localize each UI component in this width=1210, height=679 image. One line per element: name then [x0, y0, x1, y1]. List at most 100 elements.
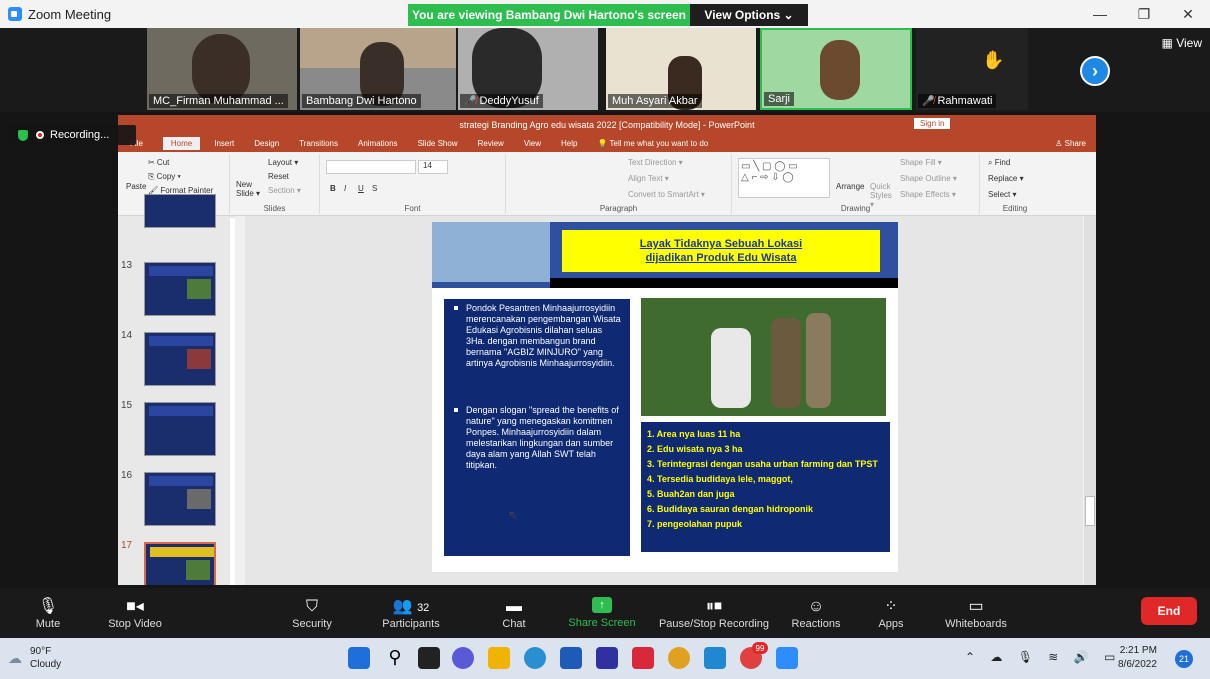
tab-design[interactable]: Design: [254, 139, 279, 148]
participant-tile[interactable]: ✋ 🎤̸ Rahmawati: [916, 28, 1028, 110]
search-icon[interactable]: ⚲: [384, 647, 406, 669]
mcafee-icon[interactable]: [632, 647, 654, 669]
arrange-button[interactable]: Arrange: [836, 182, 864, 191]
underline-button[interactable]: U: [358, 184, 364, 193]
tab-help[interactable]: Help: [561, 139, 577, 148]
font-size-box[interactable]: 14: [418, 160, 448, 174]
zoom-taskbar-icon[interactable]: [776, 647, 798, 669]
section-button[interactable]: Section ▾: [268, 186, 301, 195]
sign-in-button[interactable]: Sign in: [914, 118, 951, 129]
stop-video-button[interactable]: ■◂ Stop Video: [100, 588, 170, 638]
bold-button[interactable]: B: [330, 184, 336, 193]
system-tray[interactable]: ⌃ ☁ 🎙 ≋ 🔊 ▭: [965, 650, 1121, 664]
next-page-button[interactable]: ›: [1080, 56, 1110, 86]
replace-button[interactable]: Replace ▾: [988, 174, 1024, 183]
tab-animations[interactable]: Animations: [358, 139, 398, 148]
shape-effects-button[interactable]: Shape Effects ▾: [900, 190, 956, 199]
slide-scrollbar[interactable]: [1084, 216, 1096, 585]
shadow-button[interactable]: S: [372, 184, 377, 193]
slide-thumbnail[interactable]: [144, 402, 216, 456]
tell-me-search[interactable]: 💡 Tell me what you want to do: [597, 139, 708, 148]
slide-thumbnail[interactable]: [144, 472, 216, 526]
mute-button[interactable]: 🎙 Mute: [28, 588, 68, 638]
new-slide-button[interactable]: New Slide ▾: [236, 180, 264, 198]
scroll-thumb[interactable]: [1085, 496, 1095, 526]
group-paragraph: Text Direction ▾ Align Text ▾ Convert to…: [506, 154, 732, 214]
find-button[interactable]: ⌕ Find: [988, 158, 1010, 168]
ribbon-tabs: File Home Insert Design Transitions Anim…: [118, 135, 1096, 152]
mic-muted-icon: 🎤̸: [922, 96, 935, 107]
store-icon[interactable]: [560, 647, 582, 669]
tab-insert[interactable]: Insert: [214, 139, 234, 148]
chrome-icon[interactable]: [668, 647, 690, 669]
windows-taskbar: ☁ 90°F Cloudy ⚲ 99 ⌃ ☁ 🎙 ≋ 🔊 ▭ 2:21 PM 8/6…: [0, 638, 1210, 679]
shape-fill-button[interactable]: Shape Fill ▾: [900, 158, 942, 167]
weather-cloud-icon: ☁: [8, 650, 22, 666]
pause-stop-recording-button[interactable]: ⏸⏹ Pause/Stop Recording: [654, 588, 774, 638]
participant-tile[interactable]: 🎤̸ DeddyYusuf: [458, 28, 598, 110]
align-text-button[interactable]: Align Text ▾: [628, 174, 669, 183]
text-direction-button[interactable]: Text Direction ▾: [628, 158, 683, 167]
description-paragraph: Pondok Pesantren Minhaajurrosyidiin mere…: [454, 303, 621, 368]
participants-button[interactable]: 👥 32 Participants: [375, 588, 447, 638]
copy-button[interactable]: ⎘ Copy ▾: [148, 172, 181, 182]
view-options-button[interactable]: View Options ⌄: [690, 4, 808, 26]
reactions-button[interactable]: ☺ Reactions: [788, 588, 844, 638]
participant-tile[interactable]: Bambang Dwi Hartono: [300, 28, 456, 110]
share-button[interactable]: ♙ Share: [1055, 139, 1086, 148]
emoji-plus-icon: ☺: [807, 598, 825, 615]
view-button[interactable]: ▦ View: [1162, 36, 1202, 50]
thumbnail-scrollbar[interactable]: [230, 218, 235, 585]
notifications-badge[interactable]: 21: [1175, 650, 1193, 668]
video-app-icon[interactable]: [704, 647, 726, 669]
chat-button[interactable]: ▬ Chat: [496, 588, 532, 638]
cut-button[interactable]: ✂ Cut: [148, 158, 169, 167]
weather-widget[interactable]: 90°F Cloudy: [30, 645, 61, 671]
slide-thumbnail[interactable]: [144, 332, 216, 386]
layout-button[interactable]: Layout ▾: [268, 158, 298, 167]
mouse-cursor-icon: ⇖: [508, 508, 519, 522]
tab-transitions[interactable]: Transitions: [299, 139, 338, 148]
photos-icon[interactable]: [596, 647, 618, 669]
whiteboards-button[interactable]: ▭ Whiteboards: [938, 588, 1014, 638]
chat-bubble-icon: ▬: [506, 598, 522, 615]
tab-review[interactable]: Review: [478, 139, 504, 148]
participant-tile-active[interactable]: Sarji: [760, 28, 912, 110]
restore-button[interactable]: ❐: [1122, 0, 1166, 28]
end-meeting-button[interactable]: End: [1141, 597, 1197, 625]
shapes-gallery[interactable]: ▭ ╲ ▢ ◯ ▭ △ ⌐ ⇨ ⇩ ◯: [738, 158, 830, 198]
task-view-icon[interactable]: [418, 647, 440, 669]
participant-tile[interactable]: MC_Firman Muhammad ...: [147, 28, 297, 110]
slide-thumbnail[interactable]: [144, 262, 216, 316]
tab-home[interactable]: Home: [162, 137, 201, 150]
select-button[interactable]: Select ▾: [988, 190, 1016, 199]
shared-screen: strategi Branding Agro edu wisata 2022 […: [0, 112, 1210, 588]
convert-smartart-button[interactable]: Convert to SmartArt ▾: [628, 190, 705, 199]
windows-start-icon[interactable]: [348, 647, 370, 669]
file-explorer-icon[interactable]: [488, 647, 510, 669]
paste-button[interactable]: Paste: [126, 182, 146, 191]
security-button[interactable]: ⛉ Security: [285, 588, 339, 638]
slide-thumbnail-selected[interactable]: [144, 542, 216, 585]
participant-tile[interactable]: Muh Asyari Akbar: [606, 28, 756, 110]
share-screen-button[interactable]: ↑ Share Screen: [566, 588, 638, 638]
whiteboard-icon: ▭: [968, 598, 984, 615]
tab-slide-show[interactable]: Slide Show: [418, 139, 458, 148]
participant-name: 🎤̸ DeddyYusuf: [460, 94, 543, 108]
clock[interactable]: 2:21 PM 8/6/2022: [1118, 644, 1157, 672]
italic-button[interactable]: I: [344, 184, 346, 193]
edge-browser-icon[interactable]: [524, 647, 546, 669]
slide-canvas[interactable]: Layak Tidaknya Sebuah Lokasi dijadikan P…: [432, 222, 898, 572]
facts-box: 1. Area nya luas 11 ha 2. Edu wisata nya…: [641, 422, 890, 552]
reset-button[interactable]: Reset: [268, 172, 289, 181]
shape-outline-button[interactable]: Shape Outline ▾: [900, 174, 957, 183]
participants-count: 32: [417, 602, 430, 614]
participant-video: [820, 40, 860, 100]
minimize-button[interactable]: —: [1078, 0, 1122, 28]
apps-button[interactable]: ⁘ Apps: [874, 588, 908, 638]
teams-chat-icon[interactable]: [452, 647, 474, 669]
slide-thumbnail[interactable]: [144, 194, 216, 228]
font-name-box[interactable]: [326, 160, 416, 174]
close-button[interactable]: ✕: [1166, 0, 1210, 28]
tab-view[interactable]: View: [524, 139, 541, 148]
